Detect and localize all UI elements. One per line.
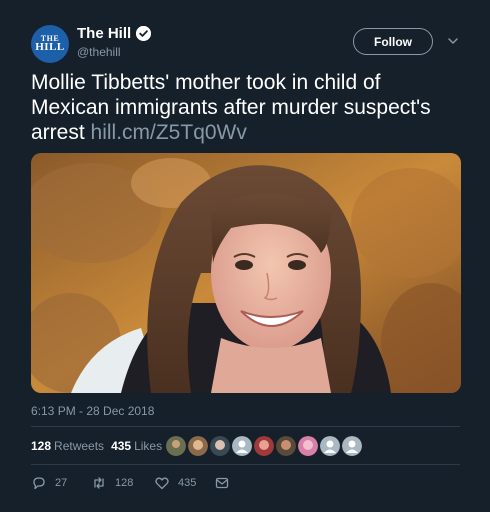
reply-count: 27 [55,477,68,489]
liker-avatar[interactable] [210,436,230,456]
heart-icon [155,477,169,490]
liker-avatar[interactable] [298,436,318,456]
likes-stat[interactable]: 435 Likes [111,439,162,453]
liker-avatar[interactable] [276,436,296,456]
likes-count: 435 [111,439,132,453]
reply-icon [33,477,45,490]
retweet-icon [94,477,104,489]
tweet-photo[interactable] [31,153,461,393]
retweets-count: 128 [31,439,52,453]
divider [31,426,460,427]
liker-avatar[interactable] [166,436,186,456]
likers-avatars [166,436,364,456]
liker-avatar[interactable] [188,436,208,456]
retweets-stat[interactable]: 128 Retweets [31,439,104,453]
liker-avatar[interactable] [342,436,362,456]
follow-button[interactable]: Follow [353,28,433,55]
avatar[interactable]: THE HILL [31,25,69,63]
retweet-count: 128 [115,477,134,489]
likes-label: Likes [134,439,163,453]
action-bar: 27 128 435 [31,475,238,491]
name-row: The Hill [77,25,152,42]
verified-icon [136,26,152,41]
tweet-link[interactable]: hill.cm/Z5Tq0Wv [91,121,247,144]
engagement-stats: 128 Retweets 435 Likes [31,439,162,453]
handle[interactable]: @thehill [77,45,121,59]
avatar-logo-line2: HILL [35,40,65,53]
retweet-button[interactable]: 128 [91,475,154,491]
like-button[interactable]: 435 [154,475,214,491]
display-name[interactable]: The Hill [77,25,131,42]
like-count: 435 [178,477,197,489]
reply-button[interactable]: 27 [31,475,91,491]
tweet-text: Mollie Tibbetts' mother took in child of… [31,70,461,145]
retweets-label: Retweets [54,439,105,453]
liker-avatar[interactable] [320,436,340,456]
divider [31,464,460,465]
liker-avatar[interactable] [254,436,274,456]
liker-avatar[interactable] [232,436,252,456]
chevron-down-icon[interactable] [446,34,460,48]
message-icon [215,477,229,489]
timestamp[interactable]: 6:13 PM - 28 Dec 2018 [31,404,154,418]
tweet-card: THE HILL The Hill @thehill Follow Mollie… [0,0,490,512]
direct-message-button[interactable] [214,475,238,491]
